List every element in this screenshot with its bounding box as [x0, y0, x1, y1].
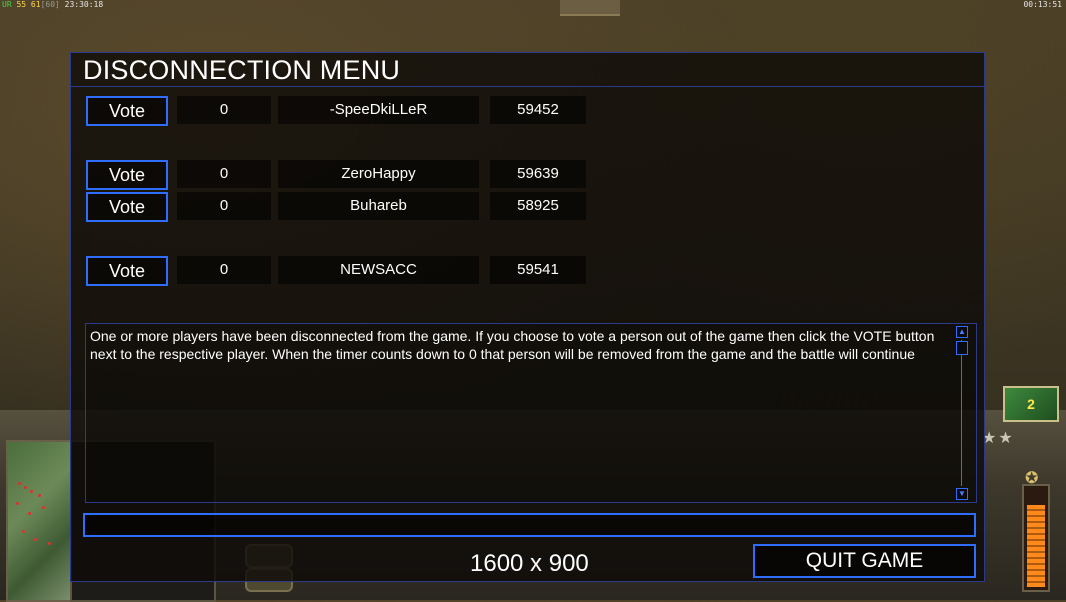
vote-count: 0	[177, 96, 271, 124]
player-name: -SpeeDkiLLeR	[278, 96, 479, 124]
scroll-track[interactable]	[961, 340, 962, 486]
player-ping: 59541	[490, 256, 586, 284]
fps-cap: [60]	[40, 0, 60, 9]
scroll-up-arrow-icon[interactable]: ▲	[956, 326, 968, 338]
disconnection-menu: DISCONNECTION MENU Vote 0 -SpeeDkiLLeR 5…	[70, 52, 985, 582]
general-power-icon[interactable]: 2	[1003, 386, 1059, 422]
ur-label: UR	[2, 0, 12, 9]
rank-stars-icon: ★★	[982, 430, 1015, 447]
message-box: One or more players have been disconnect…	[85, 323, 977, 503]
player-ping: 59452	[490, 96, 586, 124]
game-timer: 00:13:51	[1023, 0, 1062, 9]
player-ping: 59639	[490, 160, 586, 188]
vote-count: 0	[177, 160, 271, 188]
chat-input[interactable]	[83, 513, 976, 537]
map-structure	[560, 0, 620, 16]
message-scrollbar[interactable]: ▲ ▼	[956, 326, 968, 500]
fps-values: 55 61	[16, 0, 41, 9]
power-meter: ✪	[1022, 470, 1050, 592]
vote-button[interactable]: Vote	[86, 256, 168, 286]
vote-button[interactable]: Vote	[86, 160, 168, 190]
vote-count: 0	[177, 256, 271, 284]
player-ping: 58925	[490, 192, 586, 220]
quit-game-button[interactable]: QUIT GAME	[753, 544, 976, 578]
player-name: NEWSACC	[278, 256, 479, 284]
resolution-overlay: 1600 x 900	[470, 550, 589, 577]
player-name: Buhareb	[278, 192, 479, 220]
disconnect-message: One or more players have been disconnect…	[90, 328, 935, 362]
system-clock: 23:30:18	[64, 0, 104, 9]
minimap[interactable]	[6, 440, 72, 602]
scroll-thumb[interactable]	[956, 341, 968, 355]
power-star-icon: ✪	[1025, 470, 1039, 487]
player-name: ZeroHappy	[278, 160, 479, 188]
menu-title: DISCONNECTION MENU	[71, 53, 984, 87]
scroll-down-arrow-icon[interactable]: ▼	[956, 488, 968, 500]
vote-button[interactable]: Vote	[86, 192, 168, 222]
vote-button[interactable]: Vote	[86, 96, 168, 126]
fps-counter: UR 55 61[60] 23:30:18	[2, 0, 103, 9]
vote-count: 0	[177, 192, 271, 220]
